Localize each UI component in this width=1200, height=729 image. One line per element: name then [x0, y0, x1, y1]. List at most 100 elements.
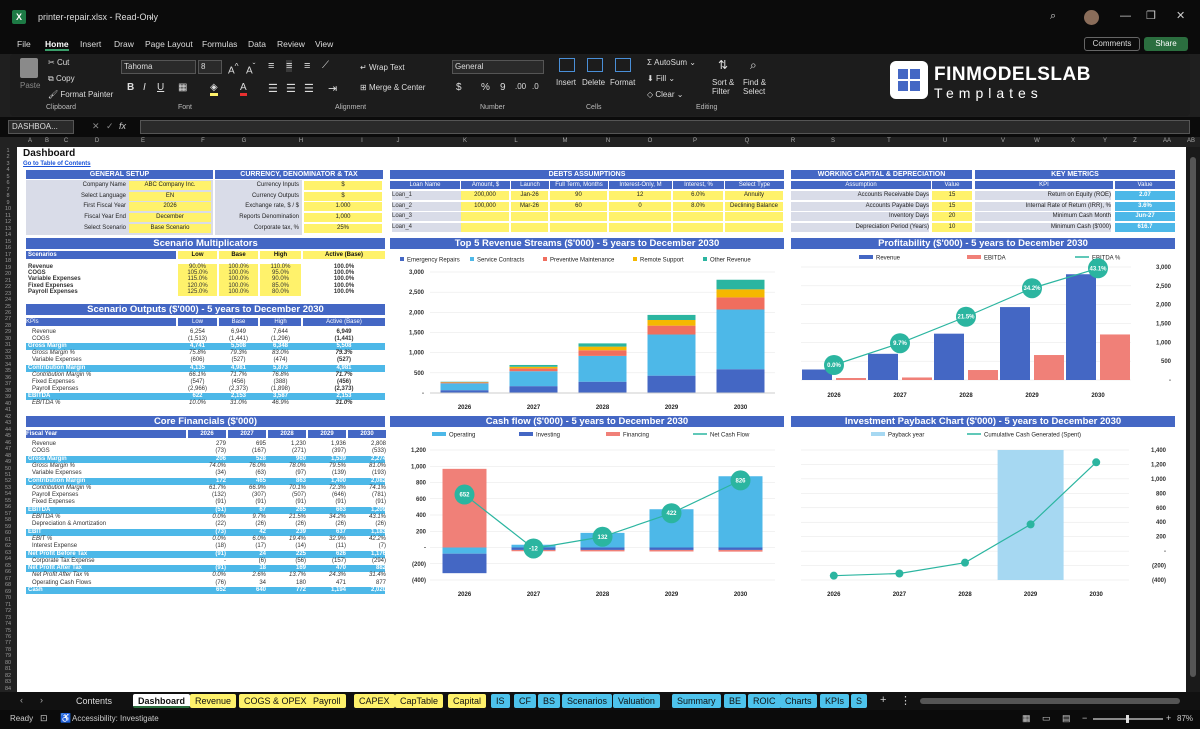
row-header[interactable]: 53 — [0, 485, 16, 491]
row-header[interactable]: 44 — [0, 427, 16, 433]
row-header[interactable]: 21 — [0, 278, 16, 284]
decrease-decimal-icon[interactable]: .0 — [532, 82, 539, 91]
column-header[interactable]: C — [59, 138, 73, 144]
column-header[interactable]: Z — [1128, 138, 1142, 144]
loan-value[interactable]: 6.0% — [673, 191, 723, 200]
row-header[interactable]: 67 — [0, 576, 16, 582]
row-header[interactable]: 65 — [0, 563, 16, 569]
row-header[interactable]: 13 — [0, 226, 16, 232]
wrap-text-button[interactable]: ↵ Wrap Text — [360, 63, 405, 72]
loan-value[interactable]: 200,000 — [461, 191, 509, 200]
menu-review[interactable]: Review — [277, 39, 305, 49]
column-header[interactable]: W — [1030, 138, 1044, 144]
align-middle-icon[interactable]: ≡ — [286, 60, 293, 72]
row-header[interactable]: 64 — [0, 556, 16, 562]
row-header[interactable]: 11 — [0, 213, 16, 219]
column-header[interactable]: P — [688, 138, 702, 144]
worksheet[interactable]: Dashboard Go to Table of Contents GENERA… — [17, 147, 1186, 692]
loan-value[interactable] — [550, 223, 607, 233]
sheet-tab[interactable]: Payroll — [308, 694, 346, 708]
name-box[interactable]: DASHBOA... — [8, 120, 74, 134]
wc-value[interactable]: 15 — [932, 191, 972, 200]
avatar[interactable] — [1084, 10, 1099, 25]
format-cells-icon[interactable] — [615, 58, 631, 72]
row-header[interactable]: 24 — [0, 297, 16, 303]
row-header[interactable]: 61 — [0, 537, 16, 543]
cancel-icon[interactable]: ✕ — [92, 121, 100, 132]
align-top-icon[interactable]: ≡ — [268, 60, 274, 72]
row-header[interactable]: 79 — [0, 653, 16, 659]
sheet-tab[interactable]: CapTable — [395, 694, 444, 708]
row-header[interactable]: 69 — [0, 589, 16, 595]
shrink-font-icon[interactable]: Aˇ — [246, 61, 255, 76]
sheet-tab[interactable]: Scenarios — [562, 694, 613, 708]
sheet-tab[interactable]: Capital — [448, 694, 487, 708]
italic-icon[interactable]: I — [143, 82, 146, 93]
row-header[interactable]: 43 — [0, 420, 16, 426]
row-header[interactable]: 40 — [0, 401, 16, 407]
vertical-scroll-thumb[interactable] — [1190, 157, 1196, 677]
row-header[interactable]: 15 — [0, 239, 16, 245]
delete-cells-icon[interactable] — [587, 58, 603, 72]
loan-value[interactable]: Jan-26 — [511, 191, 548, 200]
row-header[interactable]: 77 — [0, 640, 16, 646]
menu-home[interactable]: Home — [45, 39, 69, 51]
row-header[interactable]: 16 — [0, 245, 16, 251]
menu-data[interactable]: Data — [248, 39, 266, 49]
row-header[interactable]: 1 — [0, 148, 16, 154]
sheet-options-icon[interactable]: ⋮ — [900, 694, 911, 707]
row-header[interactable]: 57 — [0, 511, 16, 517]
row-header[interactable]: 9 — [0, 200, 16, 206]
insert-cells-icon[interactable] — [559, 58, 575, 72]
row-header[interactable]: 38 — [0, 388, 16, 394]
menu-file[interactable]: File — [17, 39, 31, 49]
column-header[interactable]: Q — [740, 138, 754, 144]
wc-value[interactable]: 20 — [932, 212, 972, 222]
loan-value[interactable] — [725, 212, 783, 222]
row-header[interactable]: 17 — [0, 252, 16, 258]
general-value[interactable]: 2026 — [129, 202, 211, 212]
general-value[interactable]: Base Scenario — [129, 223, 211, 233]
sheet-tab[interactable]: CAPEX — [354, 694, 395, 708]
loan-value[interactable] — [725, 223, 783, 233]
menu-formulas[interactable]: Formulas — [202, 39, 237, 49]
row-header[interactable]: 76 — [0, 634, 16, 640]
row-header[interactable]: 81 — [0, 666, 16, 672]
currency-format-icon[interactable]: $ — [456, 82, 462, 93]
wc-value[interactable]: 15 — [932, 201, 972, 211]
minimize-icon[interactable]: — — [1120, 10, 1131, 22]
row-header[interactable]: 35 — [0, 368, 16, 374]
menu-view[interactable]: View — [315, 39, 333, 49]
sheet-tab[interactable]: KPIs — [820, 694, 850, 708]
grow-font-icon[interactable]: A^ — [228, 61, 239, 76]
row-header[interactable]: 74 — [0, 621, 16, 627]
macro-record-icon[interactable]: ⊡ — [40, 713, 48, 724]
row-header[interactable]: 48 — [0, 453, 16, 459]
page-break-view-icon[interactable]: ▤ — [1062, 713, 1071, 724]
orientation-icon[interactable]: ⟋ — [322, 60, 329, 71]
column-header[interactable]: S — [826, 138, 840, 144]
row-header[interactable]: 80 — [0, 660, 16, 666]
comma-format-icon[interactable]: 9 — [500, 82, 506, 93]
loan-value[interactable]: Declining Balance — [725, 201, 783, 211]
row-header[interactable]: 70 — [0, 595, 16, 601]
delete-cells-button[interactable]: Delete — [582, 78, 605, 87]
row-header[interactable]: 37 — [0, 381, 16, 387]
column-header[interactable]: U — [938, 138, 952, 144]
menu-insert[interactable]: Insert — [80, 39, 101, 49]
comments-button[interactable]: Comments — [1084, 37, 1140, 51]
insert-cells-button[interactable]: Insert — [556, 78, 576, 87]
sheet-tab[interactable]: ROIC — [748, 694, 781, 708]
sheet-tab[interactable]: Valuation — [613, 694, 660, 708]
tab-scroll-left-icon[interactable]: ‹ — [20, 695, 23, 705]
loan-value[interactable]: 100,000 — [461, 201, 509, 211]
row-header[interactable]: 36 — [0, 375, 16, 381]
mult-value[interactable]: 100.0% — [219, 288, 258, 296]
general-value[interactable]: EN — [129, 191, 211, 201]
wc-value[interactable]: 10 — [932, 223, 972, 233]
row-header[interactable]: 12 — [0, 219, 16, 225]
accessibility-icon[interactable]: ♿ — [60, 713, 71, 724]
format-painter-button[interactable]: 🖌 Format Painter — [48, 90, 113, 99]
row-header[interactable]: 20 — [0, 271, 16, 277]
column-header[interactable]: E — [136, 138, 150, 144]
